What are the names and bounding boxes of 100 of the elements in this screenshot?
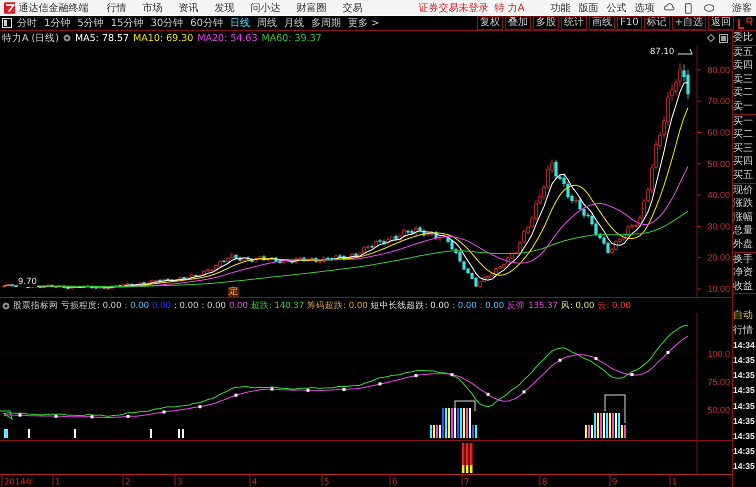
menu-item[interactable]: 财富圈 [296,1,326,15]
price-axis-label: 50.00 [707,158,730,169]
period-tab[interactable]: 更多 > [348,16,380,30]
stock-name: 特 力A [494,2,524,15]
quote-field-label: 卖二 [733,86,754,100]
quote-field-label: 买四 [733,155,754,169]
moving-average-label: MA5: 78.57 [74,32,130,44]
date-axis-label: 5 [324,478,330,486]
toolbar-button[interactable]: 复权 [477,16,504,30]
indicator-value: : 0.00 [452,300,477,310]
toolbar-button[interactable]: 叠加 [505,16,532,30]
trade-time: 14:35 [733,400,756,413]
indicator-value: 135.37 [528,300,558,310]
price-axis-label: 70.00 [707,96,730,106]
high-price-label: 87.10 [650,47,674,57]
toolbar-button[interactable]: 返回 [708,16,734,30]
price-axis-label: 20.00 [707,252,730,263]
quote-field-label: 外盘 [733,238,754,252]
moving-average-label: MA20: 54.63 [197,32,258,44]
trade-time: 14:34 [733,338,756,352]
indicator-value: 风: 0.00 [560,300,594,312]
menu-item[interactable]: 选项 [634,1,654,15]
price-axis-label: 40.00 [707,190,730,200]
period-tab[interactable]: 分时 [17,16,37,30]
date-axis-label: 4 [252,478,258,486]
moving-average-label: MA60: 39.37 [262,32,322,44]
quote-field-label: 卖五 [733,46,754,60]
period-tab[interactable]: 60分钟 [190,16,223,30]
period-tab[interactable]: 1分钟 [44,16,70,30]
date-axis-label: 1 [55,478,60,486]
toolbar-button[interactable]: +自选 [672,16,706,30]
low-price-label: 9.70 [18,277,37,287]
menu-item[interactable]: 版面 [578,1,598,15]
indicator-value: : 0.00 [124,300,149,310]
menu-item[interactable]: 市场 [142,1,162,15]
period-tab[interactable]: 多周期 [310,16,341,30]
menu-item[interactable]: 问小达 [250,1,280,15]
quote-field-label: 总量 [733,224,754,238]
quote-field-label: 买一 [733,114,754,128]
menu-item[interactable]: 功能 [550,1,570,15]
indicator-value: : 0.00 [480,300,504,310]
date-axis-label: 2014年 [4,478,35,486]
quote-field-label: 涨跌 [733,197,754,211]
period-tab[interactable]: 15分钟 [110,16,144,30]
indicator-value: : 0.00 [201,300,226,310]
indicator-value: 短中长线超跌: 0.00 [370,300,450,312]
price-axis-label: 60.00 [707,128,730,138]
quote-field-label: 净资 [733,266,754,280]
auto-label[interactable]: 自动 [733,308,756,324]
date-axis-label: 1 [672,478,678,486]
period-tab[interactable]: 周线 [256,16,277,30]
indicator-value: 0.00 [152,300,171,310]
menu-item[interactable]: 资讯 [178,1,198,15]
toolbar-button[interactable]: F10 [617,16,642,30]
indicator-value: 筹码超跌: 0.00 [307,300,368,312]
menu-item[interactable]: 发现 [214,1,234,15]
indicator-name: 股票指标网 [13,300,58,312]
toolbar-button[interactable]: 画线 [589,16,616,30]
menu-item[interactable]: 行情 [106,1,126,15]
trade-time: 14:35 [733,414,756,428]
menu-item[interactable]: 交易 [342,1,362,15]
indicator-value: 0.00 [228,300,248,310]
menu-item[interactable]: 公式 [606,1,626,15]
login-status[interactable]: 证券交易未登录 [418,1,488,15]
period-tab[interactable]: 30分钟 [150,16,184,30]
date-axis-label: 8 [542,478,548,486]
indicator-axis-label: 100.0 [707,349,730,359]
quote-field-label: 委比 [733,31,754,45]
trade-time: 14:35 [733,354,756,368]
quote-field-label: 现价 [733,184,754,198]
quote-field-label: 涨幅 [733,210,754,224]
indicator-axis-label: 75.00 [707,377,730,387]
period-tab[interactable]: 月线 [284,16,304,30]
toolbar-button[interactable]: 标记 [644,16,670,30]
indicator-value: : 0.00 [174,300,198,310]
date-axis-label: 9 [612,478,618,486]
indicator-value: 反弹 [507,300,526,312]
user-name[interactable]: 游客 [732,1,752,15]
toolbar-button[interactable]: 统计 [561,16,588,30]
quote-field-label: 收益 [733,280,754,294]
app-title: 通达信金融终端 [18,2,88,15]
quote-field-label: 买三 [733,142,754,156]
trade-time: 14:35 [733,445,756,458]
quote-field-label: 换手 [733,252,754,266]
indicator-value: 云: 0.00 [597,300,631,312]
date-axis-label: 2 [125,478,130,486]
indicator-value: 亏损程度: 0.00 [61,300,122,312]
period-tab[interactable]: 5分钟 [77,16,104,30]
event-marker: 定 [228,287,239,297]
quote-field-label: 买五 [733,168,754,183]
toolbar-button[interactable]: 多股 [533,16,560,30]
price-axis-label: 80.00 [707,64,730,75]
period-tab[interactable]: 日线 [230,16,250,30]
moving-average-label: MA10: 69.30 [133,32,194,44]
indicator-value: 超跌: 140.37 [250,300,304,312]
chart-title: 特力A (日线) [2,32,59,44]
trade-time: 14:35 [733,430,756,443]
trade-time: 14:35 [733,369,756,382]
date-axis-label: 7 [464,478,470,486]
price-axis-label: 10.00 [707,284,730,294]
